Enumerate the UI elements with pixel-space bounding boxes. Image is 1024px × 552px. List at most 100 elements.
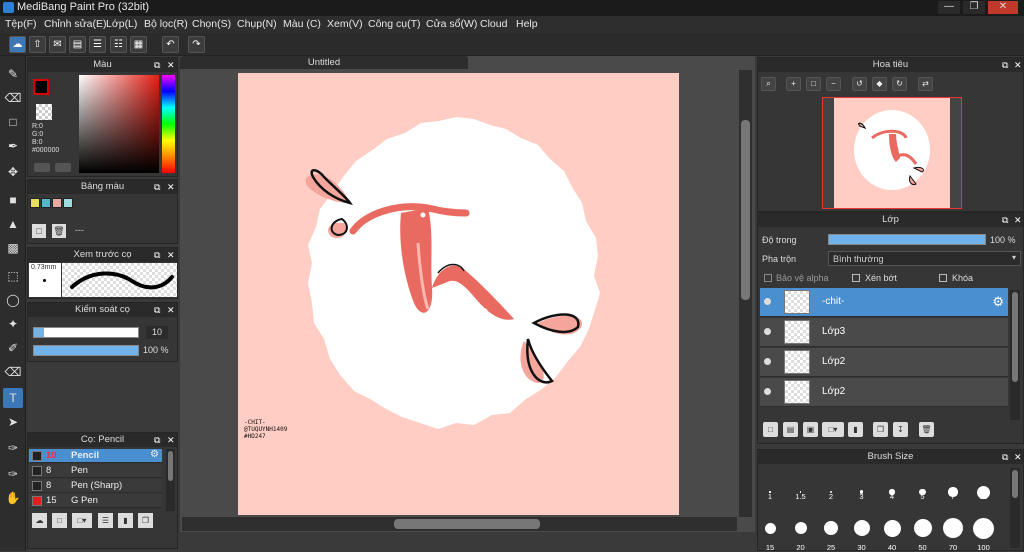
merge-layer-icon[interactable]: ↧ xyxy=(893,422,908,437)
new-8bit-layer-icon[interactable]: ▣ xyxy=(803,422,818,437)
menu-capture[interactable]: Chụp(N) xyxy=(237,18,277,30)
menu-select[interactable]: Chọn(S) xyxy=(192,18,231,30)
brush-size-scrollbar[interactable] xyxy=(1010,468,1020,548)
share-icon[interactable]: ⇧ xyxy=(29,36,46,53)
popout-icon[interactable]: ⧉ xyxy=(1002,58,1008,72)
close-icon[interactable]: ✕ xyxy=(167,303,175,317)
brush-item[interactable]: 15 G Pen xyxy=(29,494,162,508)
popout-icon[interactable]: ⧉ xyxy=(1002,450,1008,464)
duplicate-layer-icon[interactable]: ❐ xyxy=(873,422,888,437)
palette-add-icon[interactable]: □ xyxy=(32,224,46,238)
eye-icon[interactable] xyxy=(764,358,771,365)
undo-icon[interactable]: ↶ xyxy=(162,36,179,53)
close-button[interactable]: ✕ xyxy=(988,1,1018,14)
brush-size-dot[interactable] xyxy=(824,521,838,535)
brush-settings-icon[interactable]: ☰ xyxy=(98,513,113,528)
gear-icon[interactable]: ⚙ xyxy=(992,294,1004,310)
grid-icon[interactable]: ▦ xyxy=(130,36,147,53)
menu-edit[interactable]: Chỉnh sửa(E) xyxy=(44,18,106,30)
layer-row[interactable]: Lớp2 xyxy=(760,378,1008,407)
color-option-button[interactable] xyxy=(34,163,50,172)
lock-checkbox[interactable] xyxy=(939,274,947,282)
add-layer-menu-icon[interactable]: □▾ xyxy=(822,422,844,437)
brush-size-dot[interactable] xyxy=(943,518,963,538)
close-icon[interactable]: ✕ xyxy=(1014,450,1022,464)
menu-window[interactable]: Cửa sổ(W) xyxy=(426,18,477,30)
zoom-fit-icon[interactable]: ⌕ xyxy=(761,77,776,91)
palette-swatch[interactable] xyxy=(52,198,62,208)
brush-size-dot[interactable] xyxy=(883,519,901,537)
vertical-scrollbar[interactable] xyxy=(739,70,752,517)
palette-swatch[interactable] xyxy=(30,198,40,208)
menu-filter[interactable]: Bộ lọc(R) xyxy=(144,18,188,30)
popout-icon[interactable]: ⧉ xyxy=(154,433,160,447)
eyedropper-icon[interactable]: ✑ xyxy=(3,464,23,484)
color-option-button-2[interactable] xyxy=(55,163,71,172)
rotate-right-icon[interactable]: ↻ xyxy=(892,77,907,91)
brush-size-dot[interactable] xyxy=(794,522,807,534)
lasso-tool-icon[interactable]: ◯ xyxy=(3,290,23,310)
close-icon[interactable]: ✕ xyxy=(167,180,175,194)
zoom-out-icon[interactable]: − xyxy=(826,77,841,91)
zoom-in-icon[interactable]: + xyxy=(786,77,801,91)
delete-layer-icon[interactable]: 🗑 xyxy=(919,422,934,437)
menu-cloud[interactable]: Cloud xyxy=(480,18,507,30)
clipping-checkbox[interactable] xyxy=(852,274,860,282)
blur-tool-icon[interactable]: ✑ xyxy=(3,438,23,458)
brush-list-scrollbar[interactable] xyxy=(166,449,175,511)
brush-item[interactable]: 10 Pencil ⚙ xyxy=(29,449,162,463)
layer-row[interactable]: Lớp2 xyxy=(760,348,1008,377)
eye-icon[interactable] xyxy=(764,388,771,395)
brush-size-dot[interactable] xyxy=(973,517,994,539)
gear-icon[interactable]: ⚙ xyxy=(150,449,159,460)
eye-icon[interactable] xyxy=(764,328,771,335)
transparent-swatch[interactable] xyxy=(36,104,52,120)
brush-item[interactable]: 8 Pen xyxy=(29,464,162,478)
zoom-reset-icon[interactable]: □ xyxy=(806,77,821,91)
redo-icon[interactable]: ↷ xyxy=(188,36,205,53)
menu-file[interactable]: Tệp(F) xyxy=(5,18,37,30)
palette-name-field[interactable]: --- xyxy=(75,225,84,235)
brush-cloud-icon[interactable]: ☁ xyxy=(32,513,47,528)
primary-color-swatch[interactable] xyxy=(33,79,49,95)
fill-rect-tool-icon[interactable]: ■ xyxy=(3,190,23,210)
flip-icon[interactable]: ⇄ xyxy=(918,77,933,91)
protect-alpha-checkbox[interactable] xyxy=(764,274,772,282)
menu-tools[interactable]: Công cụ(T) xyxy=(368,18,421,30)
page-icon[interactable]: ▤ xyxy=(69,36,86,53)
select-rect-tool-icon[interactable]: ⬚ xyxy=(3,266,23,286)
brush-size-dot[interactable] xyxy=(853,520,870,536)
comment-icon[interactable]: ✉ xyxy=(49,36,66,53)
size-value[interactable]: 10 xyxy=(146,326,168,339)
brush-new-icon[interactable]: □ xyxy=(52,513,67,528)
bucket-tool-icon[interactable]: ▲ xyxy=(3,214,23,234)
hue-slider[interactable] xyxy=(162,75,175,173)
new-halftone-layer-icon[interactable]: ▤ xyxy=(783,422,798,437)
select-pen-icon[interactable]: ✐ xyxy=(3,338,23,358)
rotate-reset-icon[interactable]: ◆ xyxy=(872,77,887,91)
magic-wand-icon[interactable]: ✦ xyxy=(3,314,23,334)
close-icon[interactable]: ✕ xyxy=(1014,213,1022,227)
brush-size-dot[interactable] xyxy=(764,522,776,534)
popout-icon[interactable]: ⧉ xyxy=(154,248,160,262)
canvas-page[interactable]: -CHIT- @TUQUYNH1409 #HD247 xyxy=(238,73,679,515)
new-layer-icon[interactable]: □ xyxy=(763,422,778,437)
brush-copy-icon[interactable]: ❐ xyxy=(138,513,153,528)
popout-icon[interactable]: ⧉ xyxy=(1002,213,1008,227)
rectangle-tool-icon[interactable]: □ xyxy=(3,112,23,132)
color-picker-field[interactable] xyxy=(79,75,159,173)
move-tool-icon[interactable]: ✥ xyxy=(3,162,23,182)
palette-delete-icon[interactable]: 🗑 xyxy=(52,224,66,238)
text-tool-icon[interactable]: T xyxy=(3,388,23,408)
brush-tool-icon[interactable]: ✎ xyxy=(3,64,23,84)
eye-icon[interactable] xyxy=(764,298,771,305)
popout-icon[interactable]: ⧉ xyxy=(154,303,160,317)
select-eraser-icon[interactable]: ⌫ xyxy=(3,362,23,382)
operation-tool-icon[interactable]: ➤ xyxy=(3,412,23,432)
brush-add-icon[interactable]: □▾ xyxy=(72,513,92,528)
brush-folder-icon[interactable]: ▮ xyxy=(118,513,133,528)
hand-tool-icon[interactable]: ✋ xyxy=(3,488,23,508)
document-icon[interactable]: ☰ xyxy=(89,36,106,53)
popout-icon[interactable]: ⧉ xyxy=(154,58,160,72)
layer-name[interactable]: -chit- xyxy=(822,296,844,307)
